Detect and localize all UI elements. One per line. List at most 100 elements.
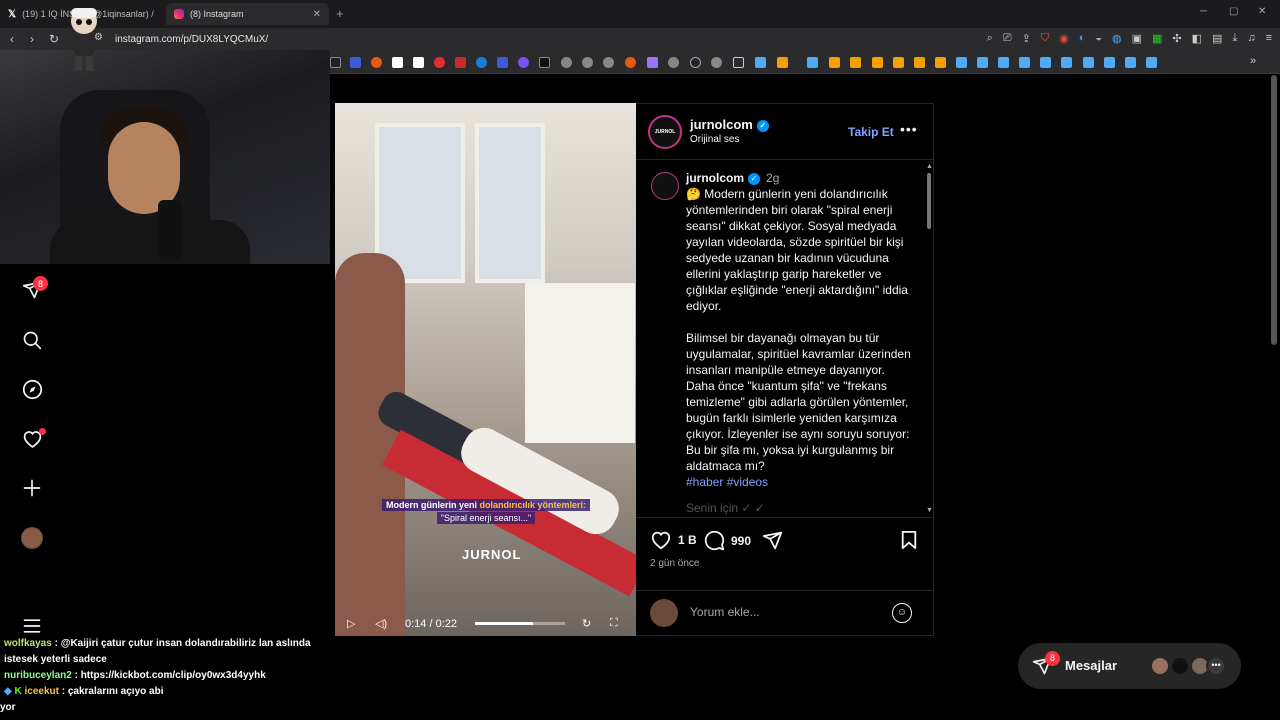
bookmark-icon[interactable] [893,57,904,68]
minimize-icon[interactable]: ─ [1200,6,1207,17]
video-progress-bar[interactable] [475,622,565,625]
shield-icon[interactable]: ⛉ [1041,32,1049,45]
bookmark-icon[interactable] [647,57,658,68]
media-icon[interactable]: ♫ [1247,32,1255,45]
install-icon[interactable]: ⎚ [1003,32,1012,45]
account-avatar[interactable]: JURNOL [648,115,682,149]
fullscreen-icon[interactable]: ⛶ [610,617,618,630]
extension-icon[interactable]: ◒ [1095,32,1102,45]
bookmark-icon[interactable] [1083,57,1094,68]
back-icon[interactable]: ‹ [10,32,14,46]
contact-avatar[interactable] [1150,656,1170,676]
tab-instagram[interactable]: (8) Instagram ✕ [166,3,329,25]
bookmark-amazon-icon[interactable] [413,57,424,68]
folder-icon[interactable] [733,57,744,68]
bookmark-icon[interactable] [434,57,445,68]
extension-icon[interactable]: ◉ [1059,32,1069,45]
bookmark-x-icon[interactable] [330,57,341,68]
page-scrollbar[interactable] [1271,75,1277,345]
close-window-icon[interactable]: ✕ [1258,6,1266,17]
forward-icon[interactable]: › [30,32,34,46]
extension-icon[interactable]: ▦ [1152,32,1162,45]
bookmark-icon[interactable] [829,57,840,68]
extension-icon[interactable]: ◐ [1079,32,1086,45]
contact-avatar[interactable] [1170,656,1190,676]
bookmark-icon[interactable] [850,57,861,68]
bookmark-icon[interactable] [755,57,766,68]
caption-username[interactable]: jurnolcom [686,171,744,185]
zoom-icon[interactable]: ⌕ [987,32,993,45]
wallet-icon[interactable]: ▤ [1212,32,1222,45]
bookmark-icon[interactable] [350,57,361,68]
bookmark-icon[interactable] [497,57,508,68]
account-username[interactable]: jurnolcom ✓ [690,117,769,132]
messages-button[interactable]: 8 Mesajlar ••• [1018,643,1241,689]
bookmark-icon[interactable] [935,57,946,68]
bookmark-icon[interactable] [455,57,466,68]
download-icon[interactable]: ⤓ [1232,32,1237,45]
bookmark-icon[interactable] [518,57,529,68]
comment-input[interactable]: Yorum ekle... [690,605,760,619]
send-icon [762,531,783,550]
caption-avatar[interactable] [651,172,679,200]
profile-avatar[interactable] [21,527,43,549]
scroll-up-icon[interactable]: ▲ [926,163,933,170]
url-field[interactable]: instagram.com/p/DUX8LYQCMuX/ [115,34,268,45]
close-tab-icon[interactable]: ✕ [313,9,321,20]
scroll-down-icon[interactable]: ▼ [926,507,933,514]
like-button[interactable]: 1 B [650,530,697,550]
bookmark-icon[interactable] [1040,57,1051,68]
bookmark-icon[interactable] [561,57,572,68]
bookmark-icon[interactable] [668,57,679,68]
create-plus-icon[interactable] [20,476,44,500]
bookmark-icon[interactable] [1104,57,1115,68]
caption-scrollbar[interactable] [927,173,931,229]
play-icon[interactable]: ▷ [347,617,355,630]
bookmark-icon[interactable] [690,57,701,68]
search-icon[interactable] [20,328,44,352]
bookmark-icon[interactable] [872,57,883,68]
extension-icon[interactable]: ▣ [1132,32,1142,45]
bookmark-icon[interactable] [625,57,636,68]
bookmark-icon[interactable] [956,57,967,68]
bookmark-icon[interactable] [777,57,788,68]
explore-compass-icon[interactable] [20,377,44,401]
audio-label[interactable]: Orijinal ses [690,134,739,145]
puzzle-icon[interactable]: ✣ [1172,32,1181,45]
hashtags[interactable]: #haber #videos [686,474,912,490]
bookmark-icon[interactable] [711,57,722,68]
emoji-icon[interactable]: ☺ [892,603,912,623]
menu-icon[interactable]: ≡ [1266,32,1272,45]
reel-video[interactable]: Modern günlerin yeni dolandırıcılık yönt… [335,103,636,636]
share-button[interactable] [762,530,783,551]
bookmark-icon[interactable] [807,57,818,68]
share-icon[interactable]: ⇪ [1022,32,1031,45]
volume-icon[interactable]: ◁) [375,617,387,630]
replay-icon[interactable]: ↻ [582,617,591,630]
new-tab-button[interactable]: + [336,6,344,21]
more-options-icon[interactable]: ••• [900,121,918,137]
comment-button[interactable]: 990 [704,530,751,551]
bookmark-icon[interactable] [1125,57,1136,68]
bookmark-icon[interactable] [1061,57,1072,68]
bookmark-kick-icon[interactable] [539,57,550,68]
more-contacts-icon[interactable]: ••• [1206,656,1226,676]
sidebar-toggle-icon[interactable]: ◧ [1192,32,1202,45]
more-bookmarks-icon[interactable]: » [1250,55,1256,67]
reload-icon[interactable]: ↻ [49,32,59,46]
bookmark-icon[interactable] [914,57,925,68]
restore-icon[interactable]: ▢ [1229,6,1238,17]
bookmark-icon[interactable] [1019,57,1030,68]
bookmark-icon[interactable] [998,57,1009,68]
bookmark-icon[interactable] [582,57,593,68]
extension-icon[interactable]: ◍ [1112,32,1122,45]
menu-icon[interactable] [20,614,44,638]
bookmark-reddit-icon[interactable] [371,57,382,68]
bookmark-icon[interactable] [392,57,403,68]
follow-button[interactable]: Takip Et [848,125,894,139]
save-button[interactable] [900,530,918,550]
bookmark-icon[interactable] [1146,57,1157,68]
bookmark-icon[interactable] [977,57,988,68]
bookmark-icon[interactable] [603,57,614,68]
bookmark-icon[interactable] [476,57,487,68]
